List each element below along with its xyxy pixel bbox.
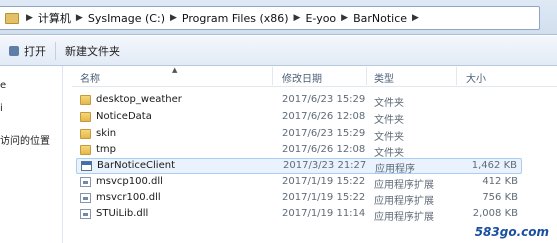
address-bar: ▶ 计算机 ▶ SysImage (C:) ▶ Program Files (x… — [0, 0, 557, 35]
file-name: msvcp100.dll — [96, 176, 163, 187]
file-date: 2017/6/26 12:08 — [282, 144, 366, 155]
chevron-right-icon[interactable]: ▶ — [26, 13, 33, 23]
file-date: 2017/1/19 11:14 — [282, 208, 366, 219]
chevron-right-icon[interactable]: ▶ — [341, 13, 348, 23]
folder-icon — [80, 145, 91, 155]
file-date: 2017/6/26 12:08 — [282, 111, 366, 122]
file-row[interactable]: skin 2017/6/23 15:29 文件夹 — [76, 127, 522, 143]
file-type: 文件夹 — [374, 148, 404, 159]
column-date[interactable]: 修改日期 — [282, 70, 322, 85]
sort-up-icon: ▲ — [172, 66, 178, 74]
new-folder-button[interactable]: 新建文件夹 — [56, 40, 129, 62]
chevron-right-icon[interactable]: ▶ — [412, 13, 419, 23]
file-date: 2017/1/19 15:22 — [282, 176, 366, 187]
file-date: 2017/6/23 15:29 — [282, 94, 366, 105]
toolbar: 打开 新建文件夹 — [0, 36, 557, 66]
file-type: 应用程序扩展 — [374, 180, 434, 191]
dll-icon — [80, 177, 91, 187]
nav-item-2[interactable]: i — [0, 103, 3, 114]
file-row[interactable]: STUiLib.dll 2017/1/19 11:14 应用程序扩展 2,008 KB — [76, 207, 522, 223]
file-size: 756 KB — [482, 192, 518, 203]
file-type: 文件夹 — [374, 98, 404, 109]
file-size: 2,008 KB — [472, 208, 518, 219]
nav-item-1[interactable]: e — [0, 80, 6, 91]
file-name: STUiLib.dll — [96, 208, 149, 219]
file-name: skin — [96, 128, 117, 139]
file-row[interactable]: msvcr100.dll 2017/1/19 15:22 应用程序扩展 756 KB — [76, 191, 522, 207]
navigation-pane[interactable]: e i 访问的位置 — [0, 66, 63, 243]
file-size: 1,462 KB — [471, 160, 517, 171]
open-button[interactable]: 打开 — [0, 40, 55, 62]
exe-icon — [81, 161, 92, 171]
chevron-right-icon[interactable]: ▶ — [294, 13, 301, 23]
file-name: desktop_weather — [96, 94, 182, 105]
file-row[interactable]: tmp 2017/6/26 12:08 文件夹 — [76, 143, 522, 159]
file-type: 应用程序扩展 — [374, 212, 434, 223]
file-date: 2017/6/23 15:29 — [282, 128, 366, 139]
column-divider[interactable] — [272, 67, 273, 85]
file-type: 应用程序 — [375, 164, 415, 175]
file-row[interactable]: NoticeData 2017/6/26 12:08 文件夹 — [76, 110, 522, 126]
file-row[interactable]: desktop_weather 2017/6/23 15:29 文件夹 — [76, 93, 522, 109]
file-name: tmp — [96, 144, 117, 155]
crumb-eyoo[interactable]: E-yoo — [304, 12, 337, 25]
file-name: BarNoticeClient — [97, 160, 175, 171]
file-row[interactable]: BarNoticeClient 2017/3/23 21:27 应用程序 1,462 … — [76, 158, 522, 175]
folder-icon — [5, 12, 19, 24]
column-divider[interactable] — [456, 67, 457, 85]
chevron-right-icon[interactable]: ▶ — [170, 13, 177, 23]
crumb-computer[interactable]: 计算机 — [37, 10, 72, 26]
file-type: 文件夹 — [374, 115, 404, 126]
folder-icon — [80, 95, 91, 105]
column-size[interactable]: 大小 — [466, 70, 486, 85]
column-divider[interactable] — [366, 67, 367, 85]
file-name: NoticeData — [96, 111, 152, 122]
file-name: msvcr100.dll — [96, 192, 161, 203]
file-type: 文件夹 — [374, 132, 404, 143]
folder-icon — [80, 129, 91, 139]
nav-item-recent[interactable]: 访问的位置 — [0, 132, 50, 147]
new-folder-label: 新建文件夹 — [65, 44, 120, 58]
file-row[interactable]: msvcp100.dll 2017/1/19 15:22 应用程序扩展 412 KB — [76, 175, 522, 191]
dll-icon — [80, 193, 91, 203]
breadcrumb[interactable]: ▶ 计算机 ▶ SysImage (C:) ▶ Program Files (x… — [0, 6, 540, 30]
column-header: ▲ 名称 修改日期 类型 大小 — [72, 66, 557, 87]
watermark-logo: 583go.com — [472, 225, 551, 239]
crumb-program-files[interactable]: Program Files (x86) — [181, 12, 290, 25]
file-date: 2017/3/23 21:27 — [283, 160, 367, 171]
open-icon — [9, 45, 19, 56]
folder-icon — [80, 112, 91, 122]
file-size: 412 KB — [482, 176, 518, 187]
open-label: 打开 — [24, 44, 46, 58]
file-date: 2017/1/19 15:22 — [282, 192, 366, 203]
column-name[interactable]: 名称 — [80, 70, 100, 85]
dll-icon — [80, 209, 91, 219]
file-type: 应用程序扩展 — [374, 196, 434, 207]
column-type[interactable]: 类型 — [374, 70, 394, 85]
chevron-right-icon[interactable]: ▶ — [76, 13, 83, 23]
crumb-drive[interactable]: SysImage (C:) — [87, 12, 166, 25]
crumb-barnotice[interactable]: BarNotice — [352, 12, 408, 25]
